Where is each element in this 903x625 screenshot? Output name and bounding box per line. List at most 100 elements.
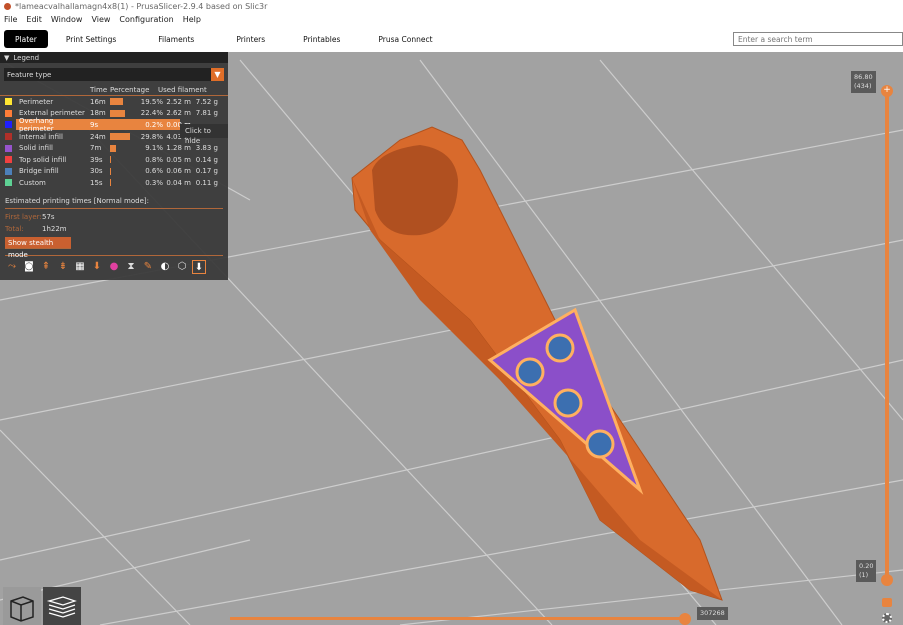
view-type-value: Feature type <box>7 70 52 79</box>
feature-name: Top solid infill <box>19 155 67 164</box>
percentage-bar <box>110 156 111 164</box>
view-type-select[interactable]: Feature type ▼ <box>4 68 224 81</box>
first-layer-label: First layer: <box>5 212 42 221</box>
bottom-layer-label: 0.20 (1) <box>856 560 877 582</box>
menu-help[interactable]: Help <box>183 15 201 24</box>
feature-time: 24m <box>90 132 106 141</box>
first-layer-value: 57s <box>42 212 55 221</box>
menu-bar: File Edit Window View Configuration Help <box>0 13 903 26</box>
tooltip: Click to hide <box>180 124 228 145</box>
feature-weight: 0.11 g <box>195 178 218 187</box>
color-swatch <box>5 144 12 152</box>
feature-length: 2.62 m <box>166 109 191 118</box>
retractions-icon[interactable]: ⇞ <box>39 260 53 274</box>
show-stealth-mode-button[interactable]: Show stealth mode <box>5 236 71 259</box>
feature-percentage: 0.6% <box>145 167 163 176</box>
feature-length: 0.06 m <box>166 167 191 176</box>
search-input[interactable] <box>733 32 903 46</box>
percentage-bar <box>110 133 130 141</box>
feature-time: 9s <box>90 120 99 129</box>
feature-length: 0.04 m <box>166 178 191 187</box>
color-swatch <box>5 98 12 106</box>
total-label: Total: <box>5 224 24 233</box>
percentage-bar <box>110 179 111 187</box>
vertical-layer-slider[interactable] <box>885 90 889 580</box>
feature-name: Custom <box>19 178 46 187</box>
tab-filaments[interactable]: Filaments <box>146 30 206 48</box>
header-percentage: Percentage <box>110 85 150 94</box>
estimated-times-label: Estimated printing times [Normal mode]: <box>5 197 223 209</box>
horizontal-move-slider[interactable] <box>230 617 685 620</box>
horizontal-slider-handle[interactable] <box>679 613 691 625</box>
tool-changes-icon[interactable]: ⬇ <box>90 260 104 274</box>
feature-weight: 7.81 g <box>195 109 218 118</box>
menu-edit[interactable]: Edit <box>26 15 42 24</box>
preview-button[interactable] <box>43 587 81 625</box>
percentage-bar <box>110 109 125 117</box>
top-slider-handle[interactable]: + <box>881 85 893 97</box>
center-of-gravity-icon[interactable]: ◐ <box>158 260 172 274</box>
legend-item[interactable]: Bridge infill 30s 0.6% 0.06 m 0.17 g <box>0 166 228 178</box>
window-title: *lameacvalhallamagn4x8(1) - PrusaSlicer-… <box>15 2 268 11</box>
percentage-bar <box>110 144 117 152</box>
feature-percentage: 29.8% <box>140 132 163 141</box>
feature-time: 16m <box>90 97 106 106</box>
percentage-bar <box>110 98 124 106</box>
feature-weight: 7.52 g <box>195 97 218 106</box>
legend-header[interactable]: ▼ Legend <box>0 52 228 63</box>
title-bar: *lameacvalhallamagn4x8(1) - PrusaSlicer-… <box>0 0 903 13</box>
horizontal-value-label: 307268 <box>697 607 728 620</box>
feature-length: 0.05 m <box>166 155 191 164</box>
shells-icon[interactable]: ⬡ <box>175 260 189 274</box>
feature-name: Perimeter <box>19 97 54 106</box>
total-row: Total: 1h22m <box>5 225 223 233</box>
legend-item[interactable]: Perimeter 16m 19.5% 2.52 m 7.52 g <box>0 96 228 108</box>
percentage-bar <box>110 167 111 175</box>
3d-view-button[interactable] <box>3 587 41 625</box>
feature-percentage: 9.1% <box>145 144 163 153</box>
color-swatch <box>5 121 12 129</box>
bottom-slider-handle[interactable] <box>881 574 893 586</box>
feature-time: 39s <box>90 155 103 164</box>
collapse-triangle-icon: ▼ <box>4 53 10 62</box>
total-value: 1h22m <box>42 224 67 233</box>
menu-view[interactable]: View <box>91 15 110 24</box>
pause-prints-icon[interactable]: ⧗ <box>124 260 138 274</box>
feature-percentage: 0.3% <box>145 178 163 187</box>
settings-cog-icon[interactable] <box>882 613 892 623</box>
tab-prusa-connect[interactable]: Prusa Connect <box>366 30 444 48</box>
menu-file[interactable]: File <box>4 15 17 24</box>
custom-gcodes-icon[interactable]: ✎ <box>141 260 155 274</box>
color-swatch <box>5 133 12 141</box>
tab-printers[interactable]: Printers <box>224 30 277 48</box>
legend-item[interactable]: Top solid infill 39s 0.8% 0.05 m 0.14 g <box>0 154 228 166</box>
legend-item[interactable]: Custom 15s 0.3% 0.04 m 0.11 g <box>0 177 228 189</box>
dropdown-arrow-icon[interactable]: ▼ <box>211 68 224 81</box>
travel-icon[interactable]: ⤳ <box>5 260 19 274</box>
feature-percentage: 22.4% <box>140 109 163 118</box>
tab-print-settings[interactable]: Print Settings <box>54 30 128 48</box>
color-swatch <box>5 109 12 117</box>
legend-panel: ▼ Legend Feature type ▼ Time Percentage Used… <box>0 52 228 280</box>
color-changes-icon[interactable]: ● <box>107 260 121 274</box>
header-used-filament: Used filament <box>158 85 207 94</box>
seams-icon[interactable]: ▦ <box>73 260 87 274</box>
feature-name: Solid infill <box>19 144 53 153</box>
deretractions-icon[interactable]: ⇟ <box>56 260 70 274</box>
color-swatch <box>5 167 12 175</box>
legend-title: Legend <box>13 53 40 62</box>
tab-printables[interactable]: Printables <box>291 30 352 48</box>
feature-time: 7m <box>90 144 102 153</box>
feature-percentage: 0.8% <box>145 155 163 164</box>
feature-percentage: 0.2% <box>145 120 163 129</box>
feature-time: 15s <box>90 178 103 187</box>
tool-marker-icon[interactable]: ⬇ <box>192 259 206 274</box>
feature-weight: 0.14 g <box>195 155 218 164</box>
wipe-icon[interactable]: ◙ <box>22 260 36 274</box>
tab-plater[interactable]: Plater <box>4 30 48 48</box>
feature-length: 2.52 m <box>166 97 191 106</box>
menu-configuration[interactable]: Configuration <box>119 15 173 24</box>
menu-window[interactable]: Window <box>51 15 83 24</box>
feature-percentage: 19.5% <box>140 97 163 106</box>
lock-icon[interactable] <box>882 598 892 607</box>
